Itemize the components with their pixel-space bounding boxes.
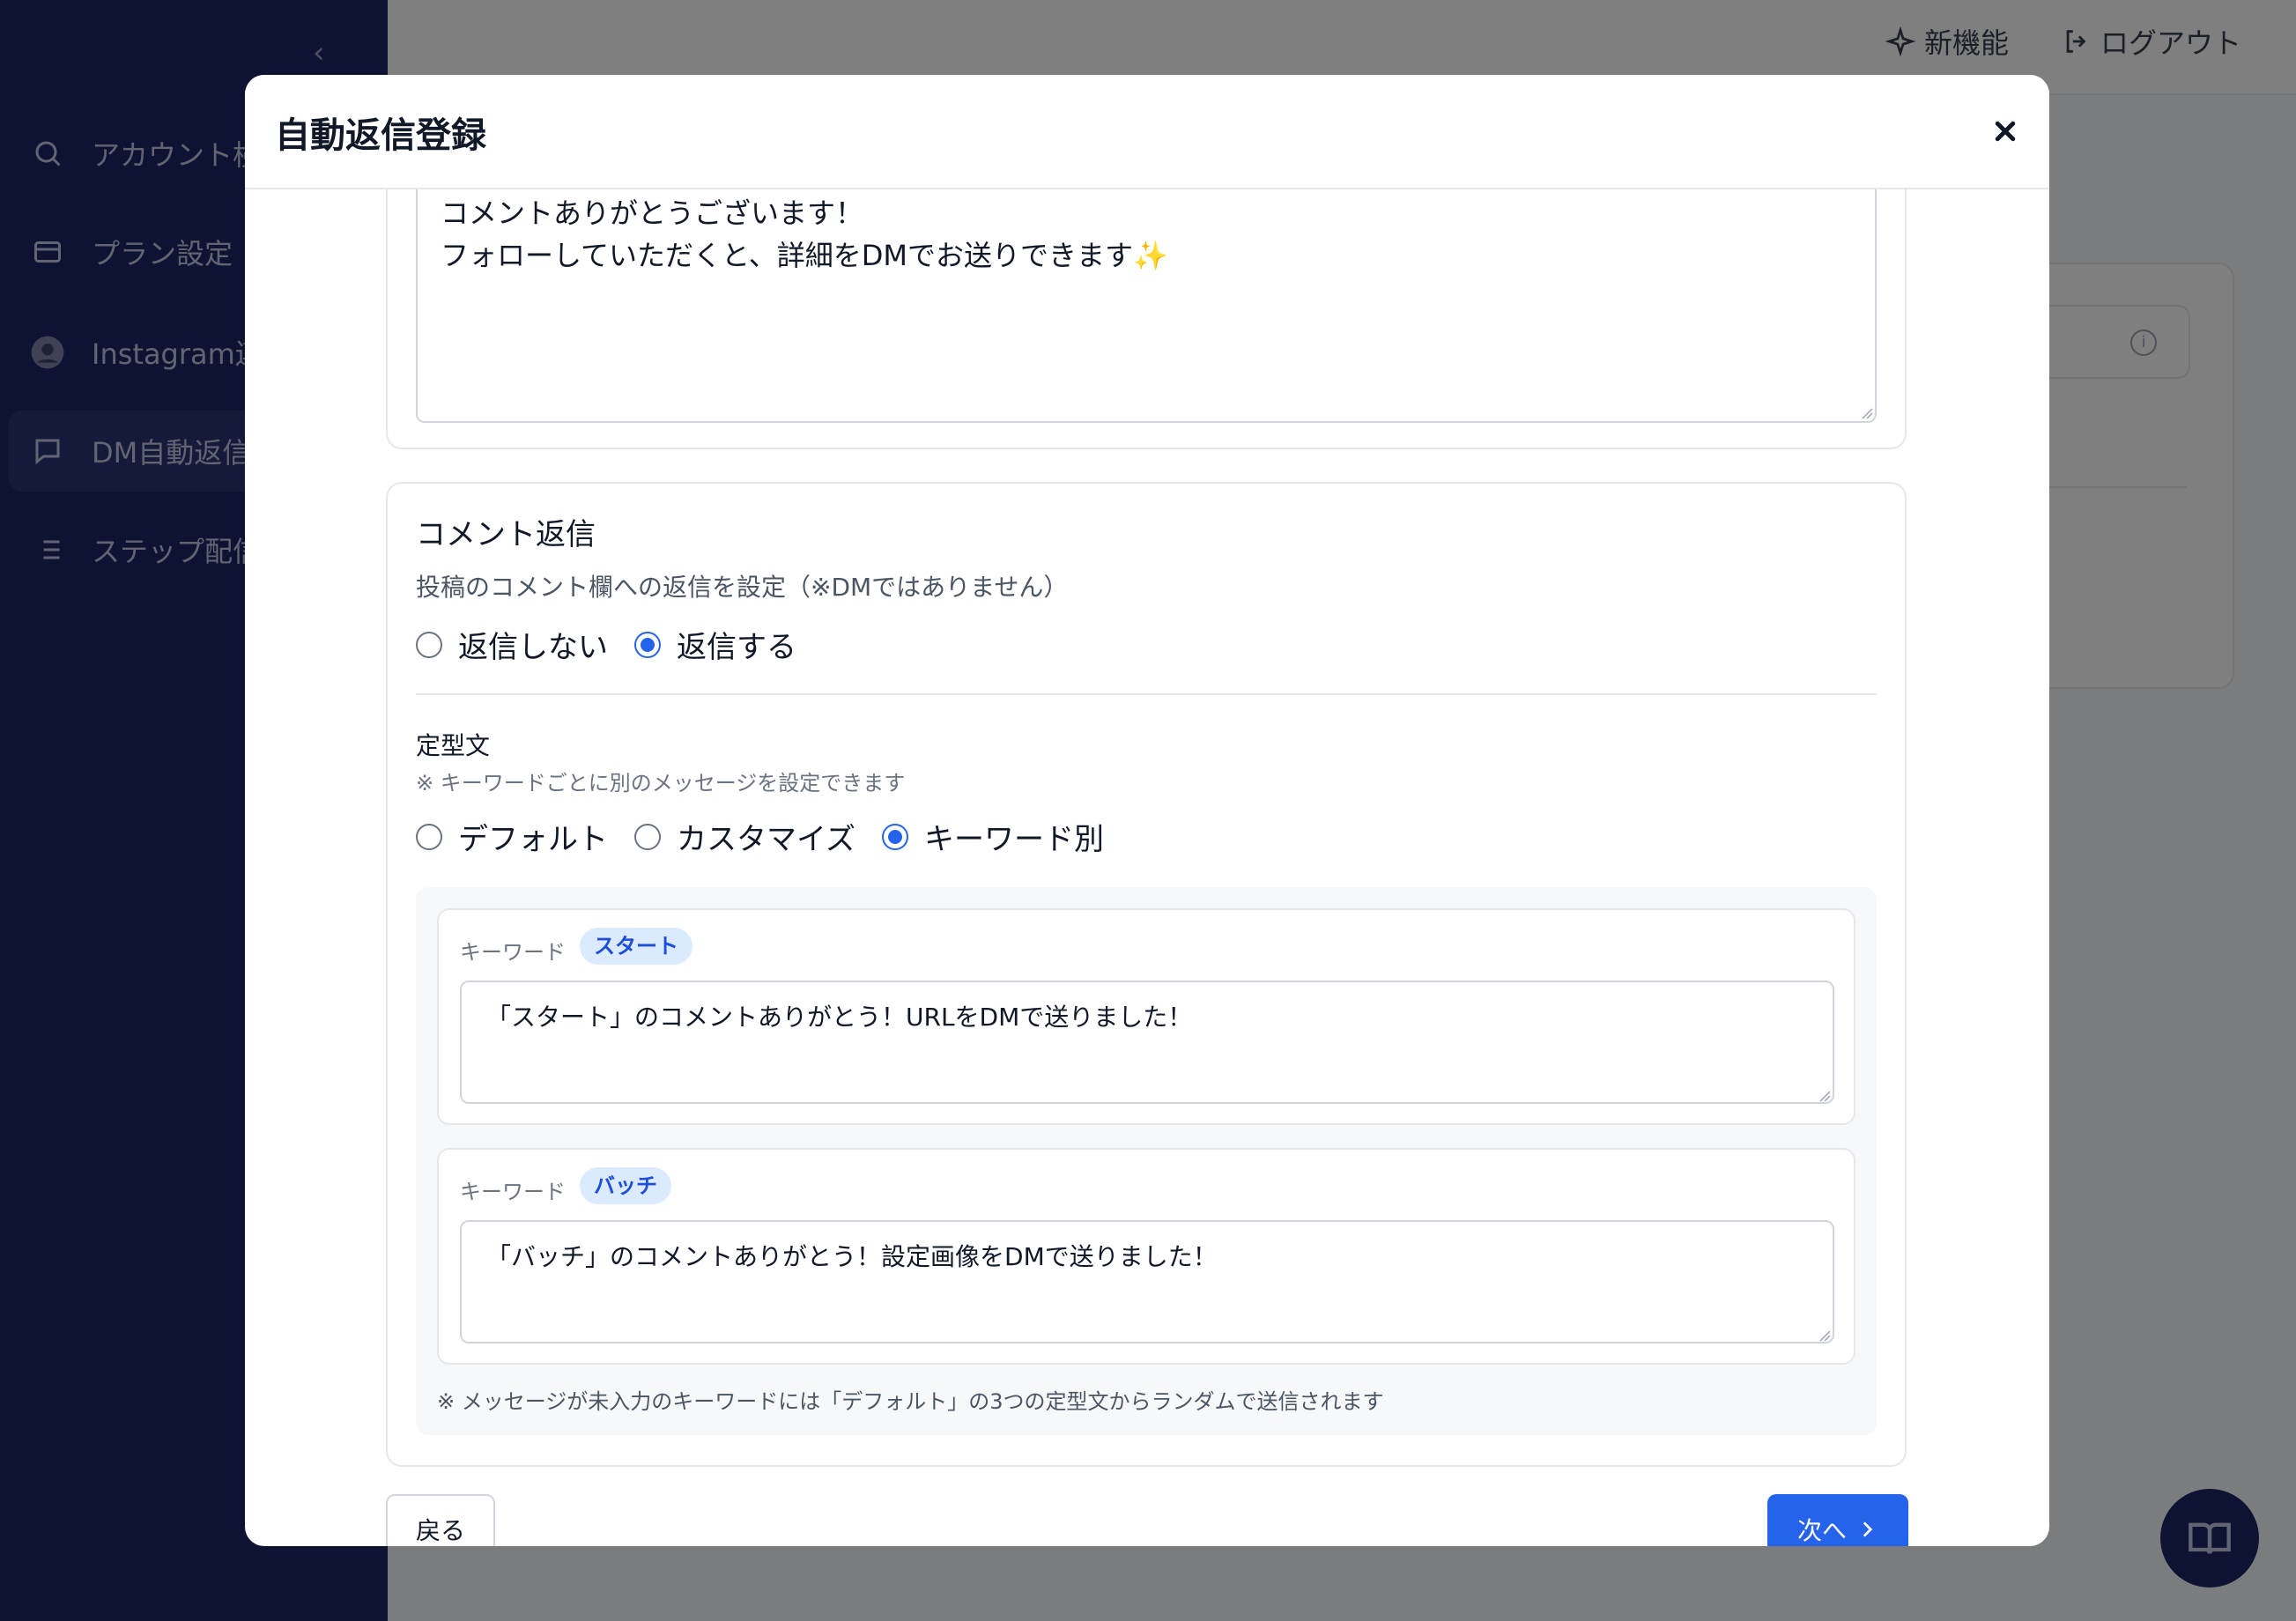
radio-button[interactable]	[416, 823, 442, 850]
section-divider	[416, 693, 1877, 695]
keyword-label: キーワード	[460, 1180, 566, 1204]
back-button[interactable]: 戻る	[386, 1494, 495, 1546]
radio-button[interactable]	[416, 631, 442, 658]
template-note: ※ キーワードごとに別のメッセージを設定できます	[416, 771, 906, 796]
keyword-message-text: 「スタート」のコメントありがとう！URLをDMで送りました！	[486, 1003, 1193, 1032]
next-button-label: 次へ	[1796, 1516, 1847, 1545]
auto-reply-modal: 自動返信登録 コメントありがとうございます！ フォローしていただくと、詳細をDM…	[245, 75, 2049, 1546]
resize-handle-icon[interactable]	[1861, 407, 1873, 419]
radio-by-keyword[interactable]: キーワード別	[881, 815, 1104, 858]
close-button[interactable]	[1984, 110, 2026, 152]
template-label: 定型文	[416, 731, 491, 760]
template-radio-group: デフォルト カスタマイズ キーワード別	[416, 815, 1130, 858]
comment-reply-title: コメント返信	[416, 517, 596, 552]
radio-no-reply[interactable]: 返信しない	[416, 623, 608, 666]
keyword-footnote: ※ メッセージが未入力のキーワードには「デフォルト」の3つの定型文からランダムで…	[437, 1389, 1384, 1414]
close-icon	[1995, 121, 2016, 142]
radio-reply[interactable]: 返信する	[634, 623, 796, 666]
radio-button[interactable]	[634, 631, 661, 658]
radio-button[interactable]	[881, 823, 908, 850]
keyword-message-text: 「バッチ」のコメントありがとう！設定画像をDMで送りました！	[486, 1242, 1218, 1271]
modal-title: 自動返信登録	[275, 115, 486, 156]
radio-default[interactable]: デフォルト	[416, 815, 608, 858]
keyword-badge: スタート	[580, 928, 693, 965]
radio-label: カスタマイズ	[677, 822, 855, 857]
resize-handle-icon[interactable]	[1818, 1329, 1831, 1342]
radio-label: 返信しない	[458, 630, 608, 665]
next-button[interactable]: 次へ	[1767, 1494, 1908, 1546]
keyword-label: キーワード	[460, 940, 566, 965]
radio-customize[interactable]: カスタマイズ	[634, 815, 855, 858]
radio-label: 返信する	[677, 630, 796, 665]
resize-handle-icon[interactable]	[1818, 1090, 1831, 1102]
message-line-1: コメントありがとうございます！	[441, 196, 864, 230]
reply-radio-group: 返信しない 返信する	[416, 623, 823, 666]
radio-label: デフォルト	[458, 822, 608, 857]
modal-body: コメントありがとうございます！ フォローしていただくと、詳細をDMでお送りできま…	[245, 154, 2049, 1546]
radio-label: キーワード別	[923, 822, 1104, 857]
comment-reply-description: 投稿のコメント欄への返信を設定（※DMではありません）	[416, 573, 1069, 602]
message-line-2: フォローしていただくと、詳細をDMでお送りできます✨	[441, 239, 1168, 272]
radio-button[interactable]	[634, 823, 661, 850]
modal-header: 自動返信登録	[245, 75, 2049, 189]
chevron-right-icon	[1863, 1521, 1873, 1537]
keyword-badge: バッチ	[580, 1167, 671, 1204]
